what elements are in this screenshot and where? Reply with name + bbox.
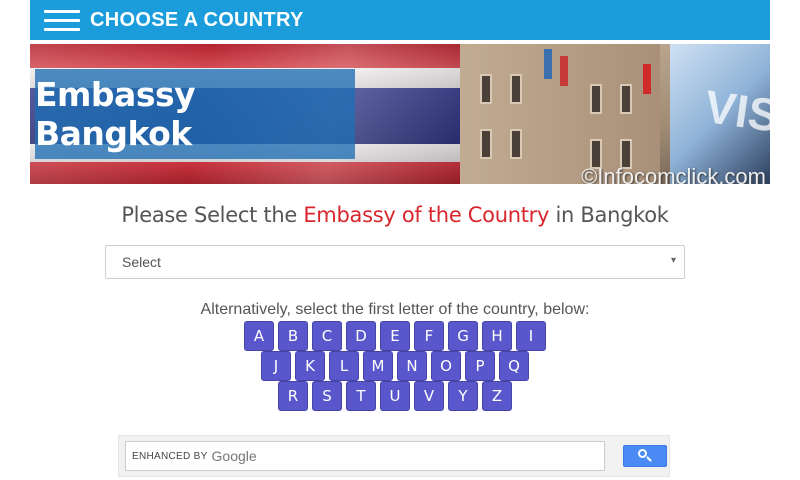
google-label: Google bbox=[211, 448, 257, 464]
letter-button-z[interactable]: Z bbox=[482, 381, 512, 411]
enhanced-by-label: ENHANCED BY bbox=[132, 450, 208, 462]
letter-button-f[interactable]: F bbox=[414, 321, 444, 351]
top-nav-bar: CHOOSE A COUNTRY bbox=[30, 0, 770, 40]
hamburger-menu-icon[interactable] bbox=[44, 8, 80, 32]
page: CHOOSE A COUNTRY VIS ©Infocomclick.com E… bbox=[0, 0, 800, 480]
letter-button-b[interactable]: B bbox=[278, 321, 308, 351]
menu-line bbox=[44, 19, 80, 22]
letter-button-d[interactable]: D bbox=[346, 321, 376, 351]
heading-suffix: in Bangkok bbox=[549, 203, 669, 227]
menu-line bbox=[44, 28, 80, 31]
letter-button-n[interactable]: N bbox=[397, 351, 427, 381]
search-icon bbox=[638, 449, 652, 463]
letter-button-k[interactable]: K bbox=[295, 351, 325, 381]
letter-button-h[interactable]: H bbox=[482, 321, 512, 351]
banner-title-box: Embassy Bangkok bbox=[35, 69, 355, 159]
letter-button-i[interactable]: I bbox=[516, 321, 546, 351]
letter-button-u[interactable]: U bbox=[380, 381, 410, 411]
select-value: Select bbox=[122, 254, 161, 270]
letter-button-c[interactable]: C bbox=[312, 321, 342, 351]
heading-prefix: Please Select the bbox=[121, 203, 304, 227]
menu-line bbox=[44, 10, 80, 13]
search-button[interactable] bbox=[623, 445, 667, 467]
alphabet-instruction: Alternatively, select the first letter o… bbox=[200, 301, 590, 318]
custom-search-box: ENHANCED BY Google bbox=[118, 435, 670, 477]
select-heading: Please Select the Embassy of the Country… bbox=[0, 203, 790, 227]
hero-banner: VIS ©Infocomclick.com Embassy Bangkok bbox=[30, 44, 770, 184]
letter-button-e[interactable]: E bbox=[380, 321, 410, 351]
letter-button-p[interactable]: P bbox=[465, 351, 495, 381]
letter-row-1: A B C D E F G H I bbox=[0, 321, 790, 351]
letter-button-a[interactable]: A bbox=[244, 321, 274, 351]
page-title: Embassy Bangkok bbox=[35, 75, 196, 153]
letter-button-g[interactable]: G bbox=[448, 321, 478, 351]
letter-button-l[interactable]: L bbox=[329, 351, 359, 381]
letter-button-y[interactable]: Y bbox=[448, 381, 478, 411]
search-input[interactable]: ENHANCED BY Google bbox=[125, 441, 605, 471]
chevron-down-icon: ▾ bbox=[670, 255, 676, 266]
letter-button-v[interactable]: V bbox=[414, 381, 444, 411]
letter-button-j[interactable]: J bbox=[261, 351, 291, 381]
embassy-buildings-image: VIS ©Infocomclick.com bbox=[460, 44, 770, 184]
country-select[interactable]: Select ▾ bbox=[105, 245, 685, 279]
letter-row-3: R S T U V Y Z bbox=[0, 381, 790, 411]
nav-title[interactable]: CHOOSE A COUNTRY bbox=[90, 9, 304, 32]
letter-row-2: J K L M N O P Q bbox=[0, 351, 790, 381]
letter-button-r[interactable]: R bbox=[278, 381, 308, 411]
copyright-watermark: ©Infocomclick.com bbox=[581, 164, 766, 184]
letter-button-q[interactable]: Q bbox=[499, 351, 529, 381]
letter-button-t[interactable]: T bbox=[346, 381, 376, 411]
letter-button-s[interactable]: S bbox=[312, 381, 342, 411]
letter-button-o[interactable]: O bbox=[431, 351, 461, 381]
heading-accent: Embassy of the Country bbox=[303, 203, 550, 227]
letter-button-m[interactable]: M bbox=[363, 351, 393, 381]
